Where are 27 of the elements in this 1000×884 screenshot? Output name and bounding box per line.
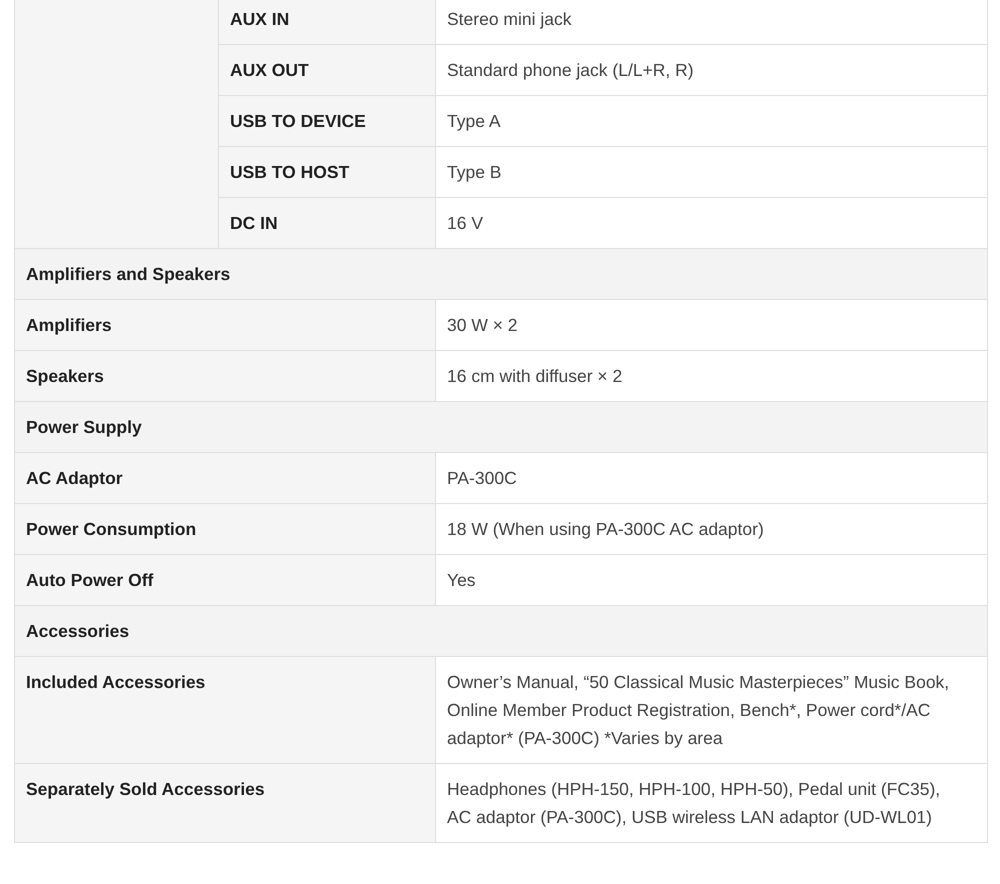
label-cell: Speakers (14, 350, 436, 402)
value-cell: 16 cm with diffuser × 2 (436, 350, 988, 402)
value-cell: PA-300C (436, 452, 988, 504)
value-cell: 30 W × 2 (436, 300, 988, 350)
label-cell: Separately Sold Accessories (14, 764, 436, 842)
sub-label-cell: AUX IN (218, 0, 436, 44)
label-cell: AC Adaptor (14, 452, 436, 504)
sub-label-cell: USB TO HOST (218, 146, 436, 198)
value-cell: Yes (436, 554, 988, 606)
section-header-cell: Accessories (14, 606, 988, 656)
label-cell: Included Accessories (14, 656, 436, 764)
value-cell: Type A (436, 96, 988, 146)
label-cell: Auto Power Off (14, 554, 436, 606)
label-cell: Amplifiers (14, 300, 436, 350)
value-cell: 16 V (436, 198, 988, 248)
sub-label-cell: AUX OUT (218, 44, 436, 96)
value-cell: 18 W (When using PA-300C AC adaptor) (436, 504, 988, 554)
value-cell: Standard phone jack (L/L+R, R) (436, 44, 988, 96)
value-cell: Owner’s Manual, “50 Classical Music Masterpieces” Music Book, Online Member Product Registration, Bench*, Power cord*/AC adaptor* (PA-300C) *Varies by area (436, 656, 988, 764)
value-cell: Type B (436, 146, 988, 198)
label-cell: Power Consumption (14, 504, 436, 554)
section-header-cell: Amplifiers and Speakers (14, 248, 988, 300)
sub-label-cell: DC IN (218, 198, 436, 248)
value-cell: Stereo mini jack (436, 0, 988, 44)
section-header-cell: Power Supply (14, 402, 988, 452)
sub-label-cell: USB TO DEVICE (218, 96, 436, 146)
value-cell: Headphones (HPH-150, HPH-100, HPH-50), Pedal unit (FC35), AC adaptor (PA-300C), USB wireless LAN adaptor (UD-WL01) (436, 764, 988, 842)
